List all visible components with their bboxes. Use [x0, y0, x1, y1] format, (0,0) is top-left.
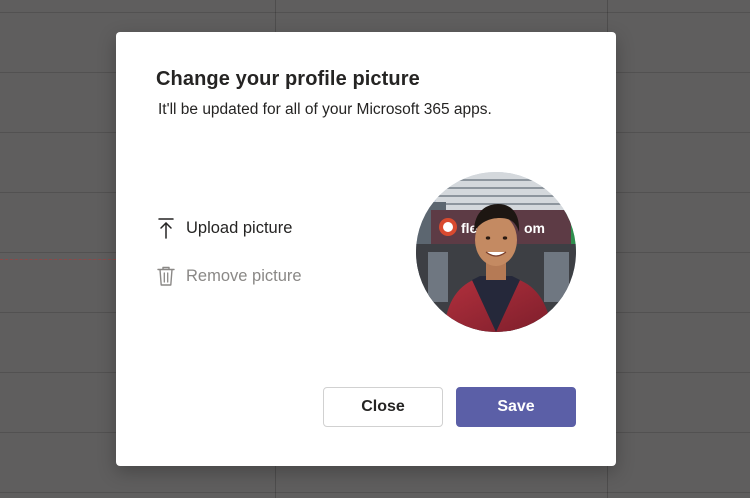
remove-picture-label: Remove picture	[186, 266, 302, 285]
profile-picture-preview: fle om	[416, 172, 576, 332]
save-button[interactable]: Save	[456, 387, 576, 427]
change-profile-picture-dialog: Change your profile picture It'll be upd…	[116, 32, 616, 466]
upload-picture-button[interactable]: Upload picture	[156, 217, 292, 239]
close-button[interactable]: Close	[323, 387, 443, 427]
profile-photo: fle om	[416, 172, 576, 332]
background-divider	[0, 259, 116, 260]
dialog-title: Change your profile picture	[156, 68, 420, 90]
trash-icon	[156, 265, 176, 287]
remove-picture-button[interactable]: Remove picture	[156, 265, 302, 287]
svg-text:om: om	[524, 220, 545, 236]
upload-icon	[156, 217, 176, 239]
upload-picture-label: Upload picture	[186, 218, 293, 237]
dialog-subtitle: It'll be updated for all of your Microso…	[158, 101, 492, 118]
